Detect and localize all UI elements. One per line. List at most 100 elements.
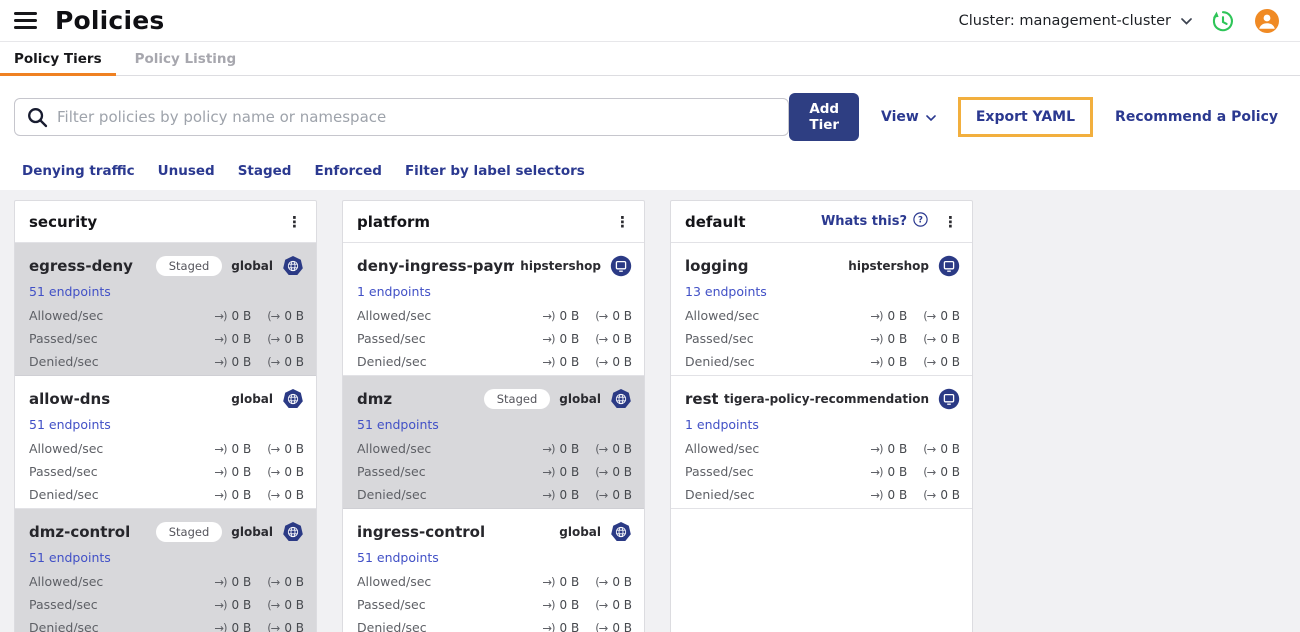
stat-label: Allowed/sec <box>357 441 432 456</box>
ingress-icon <box>542 575 554 589</box>
stat-label: Passed/sec <box>357 597 426 612</box>
ingress-icon <box>214 575 226 589</box>
quick-filters: Denying traffic Unused Staged Enforced F… <box>22 163 1278 179</box>
endpoints-link[interactable]: 51 endpoints <box>357 417 439 432</box>
stat-label: Allowed/sec <box>29 574 104 589</box>
ingress-value: 0 B <box>231 597 252 612</box>
menu-icon[interactable] <box>14 12 37 29</box>
tier-header: platform <box>343 201 644 243</box>
whats-this-link[interactable]: Whats this? ? <box>821 212 928 231</box>
toolbar-section: Add Tier View Export YAML Recommend a Po… <box>0 76 1300 190</box>
policy-card[interactable]: deny-ingress-paymentservi... hipstershop… <box>343 243 644 376</box>
ingress-icon <box>870 309 882 323</box>
policy-scope-label: tigera-policy-recommendation <box>724 392 929 406</box>
ingress-value: 0 B <box>887 354 908 369</box>
policy-scope-label: global <box>559 525 601 539</box>
stat-label: Allowed/sec <box>29 441 104 456</box>
stat-label: Denied/sec <box>357 354 427 369</box>
ingress-value: 0 B <box>559 574 580 589</box>
filter-staged[interactable]: Staged <box>238 163 292 179</box>
filter-enforced[interactable]: Enforced <box>314 163 381 179</box>
ingress-value: 0 B <box>559 464 580 479</box>
endpoints-link[interactable]: 51 endpoints <box>29 550 111 565</box>
ingress-value: 0 B <box>559 620 580 632</box>
view-dropdown[interactable]: View <box>881 109 936 125</box>
toolbar-buttons: Add Tier View Export YAML Recommend a Po… <box>789 93 1278 141</box>
stat-label: Denied/sec <box>685 487 755 502</box>
policy-card[interactable]: logging hipstershop 13 endpoints Allowed… <box>671 243 972 376</box>
export-yaml-button[interactable]: Export YAML <box>976 109 1075 125</box>
egress-value: 0 B <box>612 308 632 323</box>
egress-value: 0 B <box>940 464 960 479</box>
staged-badge: Staged <box>155 256 223 276</box>
ingress-icon <box>542 442 554 456</box>
tab-policy-tiers[interactable]: Policy Tiers <box>0 42 116 76</box>
egress-icon <box>267 332 279 346</box>
egress-value: 0 B <box>612 464 632 479</box>
ingress-value: 0 B <box>559 308 580 323</box>
kebab-menu-icon[interactable] <box>283 213 306 231</box>
namespace-icon <box>938 388 960 410</box>
egress-value: 0 B <box>940 487 960 502</box>
ingress-icon <box>542 621 554 632</box>
ingress-icon <box>870 465 882 479</box>
stat-label: Allowed/sec <box>685 441 760 456</box>
kebab-menu-icon[interactable] <box>939 213 962 231</box>
tier-name: security <box>29 212 98 231</box>
chevron-down-icon <box>1181 13 1192 29</box>
ingress-icon <box>214 442 226 456</box>
stat-label: Denied/sec <box>357 487 427 502</box>
stat-label: Allowed/sec <box>357 574 432 589</box>
ingress-value: 0 B <box>231 620 252 632</box>
egress-value: 0 B <box>612 487 632 502</box>
ingress-value: 0 B <box>231 308 252 323</box>
endpoints-link[interactable]: 1 endpoints <box>685 417 759 432</box>
egress-value: 0 B <box>284 441 304 456</box>
egress-value: 0 B <box>612 597 632 612</box>
policy-card[interactable]: restricted tigera-policy-recommendation … <box>671 376 972 509</box>
policy-scope-label: hipstershop <box>848 259 929 273</box>
user-avatar-icon[interactable] <box>1254 8 1280 34</box>
ingress-icon <box>870 355 882 369</box>
egress-value: 0 B <box>284 464 304 479</box>
add-tier-button[interactable]: Add Tier <box>789 93 860 141</box>
search-input[interactable] <box>57 108 777 126</box>
whats-this-label: Whats this? <box>820 214 907 229</box>
endpoints-link[interactable]: 51 endpoints <box>29 417 111 432</box>
export-yaml-highlight: Export YAML <box>957 97 1094 137</box>
policy-search[interactable] <box>14 98 790 136</box>
tab-policy-listing[interactable]: Policy Listing <box>121 42 251 75</box>
stat-label: Passed/sec <box>29 464 98 479</box>
ingress-value: 0 B <box>231 464 252 479</box>
filter-denying-traffic[interactable]: Denying traffic <box>22 163 135 179</box>
recommend-policy-button[interactable]: Recommend a Policy <box>1115 109 1278 125</box>
globe-icon <box>282 521 304 543</box>
egress-value: 0 B <box>612 331 632 346</box>
filter-by-label-selectors[interactable]: Filter by label selectors <box>405 163 585 179</box>
egress-value: 0 B <box>284 308 304 323</box>
policy-card[interactable]: egress-deny Staged global 51 endpoints A… <box>15 243 316 376</box>
stat-label: Allowed/sec <box>685 308 760 323</box>
egress-icon <box>595 355 607 369</box>
stat-label: Passed/sec <box>685 331 754 346</box>
filter-unused[interactable]: Unused <box>158 163 215 179</box>
policy-scope-label: hipstershop <box>520 259 601 273</box>
stat-label: Denied/sec <box>357 620 427 632</box>
stat-label: Passed/sec <box>357 331 426 346</box>
egress-icon <box>267 442 279 456</box>
egress-value: 0 B <box>284 354 304 369</box>
policy-card[interactable]: dmz-control Staged global 51 endpoints A… <box>15 509 316 632</box>
kebab-menu-icon[interactable] <box>611 213 634 231</box>
ingress-value: 0 B <box>887 331 908 346</box>
cluster-selector[interactable]: Cluster: management-cluster <box>959 13 1192 29</box>
endpoints-link[interactable]: 13 endpoints <box>685 284 767 299</box>
endpoints-link[interactable]: 51 endpoints <box>357 550 439 565</box>
history-icon[interactable] <box>1210 8 1236 34</box>
ingress-value: 0 B <box>559 487 580 502</box>
policy-card[interactable]: ingress-control global 51 endpoints Allo… <box>343 509 644 632</box>
policy-card[interactable]: dmz Staged global 51 endpoints Allowed/s… <box>343 376 644 509</box>
ingress-value: 0 B <box>231 487 252 502</box>
endpoints-link[interactable]: 51 endpoints <box>29 284 111 299</box>
endpoints-link[interactable]: 1 endpoints <box>357 284 431 299</box>
policy-card[interactable]: allow-dns global 51 endpoints Allowed/se… <box>15 376 316 509</box>
